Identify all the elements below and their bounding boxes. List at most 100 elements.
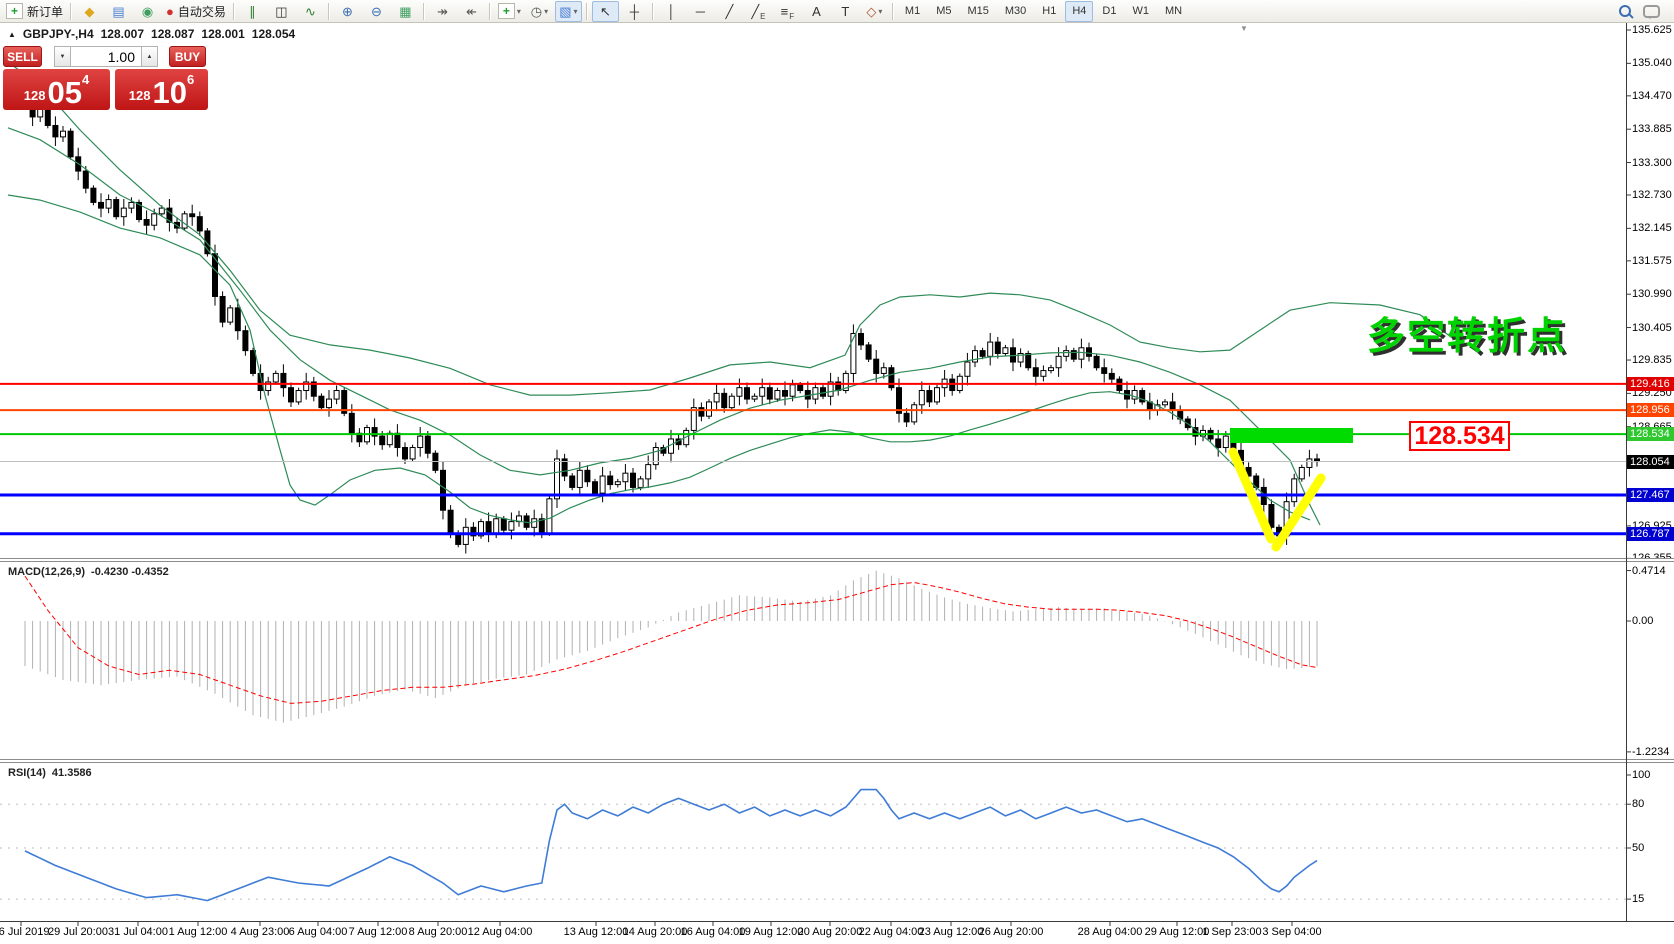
templates-button: ▧: [559, 5, 571, 18]
macd-tick-label: -1.2234: [1632, 746, 1669, 758]
trendline-icon[interactable]: ╱: [716, 1, 743, 22]
candle-chart-icon[interactable]: ◫: [268, 1, 295, 22]
channel-icon[interactable]: ╱E: [745, 1, 772, 22]
market-watch-icon[interactable]: ◆: [76, 1, 103, 22]
date-label: 26 Aug 20:00: [979, 926, 1044, 938]
timeframe-mn[interactable]: MN: [1158, 1, 1189, 22]
collapse-panel-icon[interactable]: ▲: [8, 30, 16, 39]
price-tick-label: 130.405: [1632, 322, 1672, 334]
timeframe-m1[interactable]: M1: [898, 1, 927, 22]
toolbar-separator: [328, 3, 330, 20]
price-level-badge: 128.956: [1627, 403, 1674, 417]
rsi-name: RSI(14): [8, 767, 46, 779]
label-icon[interactable]: T: [832, 1, 859, 22]
date-label: 16 Aug 04:00: [681, 926, 746, 938]
date-label: 12 Aug 04:00: [468, 926, 533, 938]
sell-price-point: 4: [82, 72, 89, 87]
vline-icon: │: [667, 5, 675, 18]
bar-chart-icon[interactable]: ∥: [239, 1, 266, 22]
zoom-in-icon[interactable]: ⊕: [334, 1, 361, 22]
timeframe-h1[interactable]: H1: [1035, 1, 1063, 22]
buy-button[interactable]: BUY: [169, 46, 206, 67]
date-label: 23 Aug 12:00: [919, 926, 984, 938]
date-label: 22 Aug 04:00: [859, 926, 924, 938]
price-tick-label: 129.835: [1632, 354, 1672, 366]
channel-icon: ╱: [751, 5, 759, 18]
search-icon[interactable]: [1619, 5, 1631, 17]
timeframe-h4[interactable]: H4: [1065, 1, 1093, 22]
signals-icon[interactable]: ◉: [134, 1, 161, 22]
crosshair-icon: ┼: [630, 5, 639, 18]
volume-decrement-button[interactable]: ▼: [54, 46, 71, 67]
periods-button[interactable]: ◷▾: [526, 1, 553, 22]
toolbar-separator: [233, 3, 235, 20]
rsi-tick-label: 15: [1632, 893, 1644, 905]
crosshair-icon[interactable]: ┼: [621, 1, 648, 22]
macd-tick-label: 0.4714: [1632, 565, 1666, 577]
macd-pane-separator[interactable]: [0, 558, 1674, 562]
rsi-pane-separator[interactable]: [0, 759, 1674, 763]
new-order-button[interactable]: +新订单: [3, 1, 66, 22]
sell-price-button[interactable]: 128 05 4: [3, 69, 110, 110]
timeframe-m15[interactable]: M15: [960, 1, 995, 22]
price-tick-label: 133.300: [1632, 157, 1672, 169]
indicators-button[interactable]: +▾: [495, 1, 524, 22]
timeframe-m5[interactable]: M5: [929, 1, 958, 22]
date-label: 19 Aug 12:00: [739, 926, 804, 938]
chart-shift-icon[interactable]: ↞: [458, 1, 485, 22]
toolbar-separator: [489, 3, 491, 20]
toolbar-separator: [892, 3, 894, 20]
date-label: 14 Aug 20:00: [623, 926, 688, 938]
periods-button: ◷: [531, 5, 542, 18]
dropdown-caret-icon[interactable]: ▾: [517, 7, 521, 16]
fibo-icon-sub: F: [789, 12, 794, 21]
dropdown-caret-icon[interactable]: ▾: [574, 7, 578, 16]
dropdown-caret-icon[interactable]: ▾: [878, 7, 882, 16]
zoom-out-icon[interactable]: ⊖: [363, 1, 390, 22]
macd-tick-label: 0.00: [1632, 615, 1653, 627]
sell-button[interactable]: SELL: [3, 46, 42, 67]
text-annotation-turning-point[interactable]: 多空转折点: [1367, 318, 1567, 356]
ohlc-open: 128.007: [101, 27, 144, 41]
timeframe-d1[interactable]: D1: [1095, 1, 1123, 22]
chat-icon[interactable]: [1643, 5, 1660, 18]
timeframe-m30[interactable]: M30: [998, 1, 1033, 22]
timeframe-w1[interactable]: W1: [1125, 1, 1156, 22]
fibo-icon[interactable]: ≡F: [774, 1, 801, 22]
price-level-label[interactable]: 128.534: [1409, 421, 1510, 451]
text-icon[interactable]: A: [803, 1, 830, 22]
price-tick-label: 135.040: [1632, 57, 1672, 69]
hline-icon: ─: [696, 5, 705, 18]
dropdown-caret-icon[interactable]: ▾: [544, 7, 548, 16]
date-label: 31 Jul 04:00: [108, 926, 168, 938]
toolbar-separator: [652, 3, 654, 20]
new-order-button: +: [6, 3, 23, 19]
tile-windows-icon[interactable]: ▦: [392, 1, 419, 22]
autotrading-button[interactable]: ●自动交易: [163, 1, 229, 22]
ohlc-high: 128.087: [151, 27, 194, 41]
candle-chart-icon: ◫: [275, 5, 287, 18]
price-level-badge: 127.467: [1627, 488, 1674, 502]
auto-scroll-icon[interactable]: ↠: [429, 1, 456, 22]
terminal-icon[interactable]: ▤: [105, 1, 132, 22]
line-chart-icon[interactable]: ∿: [297, 1, 324, 22]
vline-icon[interactable]: │: [658, 1, 685, 22]
date-label: 26 Jul 2019: [0, 926, 49, 938]
hline-icon[interactable]: ─: [687, 1, 714, 22]
line-chart-icon: ∿: [305, 5, 316, 18]
autotrading-button-label: 自动交易: [178, 3, 226, 20]
price-axis-border: [1626, 23, 1627, 921]
arrows-icon[interactable]: ◇▾: [861, 1, 888, 22]
buy-price-button[interactable]: 128 10 6: [115, 69, 208, 110]
toolbar-separator: [423, 3, 425, 20]
date-label: 6 Aug 04:00: [289, 926, 348, 938]
price-level-badge: 129.416: [1627, 377, 1674, 391]
volume-input[interactable]: [71, 46, 141, 67]
toolbar-right: [1619, 5, 1674, 18]
volume-increment-button[interactable]: ▲: [141, 46, 158, 67]
date-label: 1 Aug 12:00: [169, 926, 228, 938]
chart-area[interactable]: [0, 23, 1626, 921]
cursor-icon[interactable]: ↖: [592, 1, 619, 22]
price-level-badge: 128.534: [1627, 427, 1674, 441]
templates-button[interactable]: ▧▾: [555, 1, 582, 22]
